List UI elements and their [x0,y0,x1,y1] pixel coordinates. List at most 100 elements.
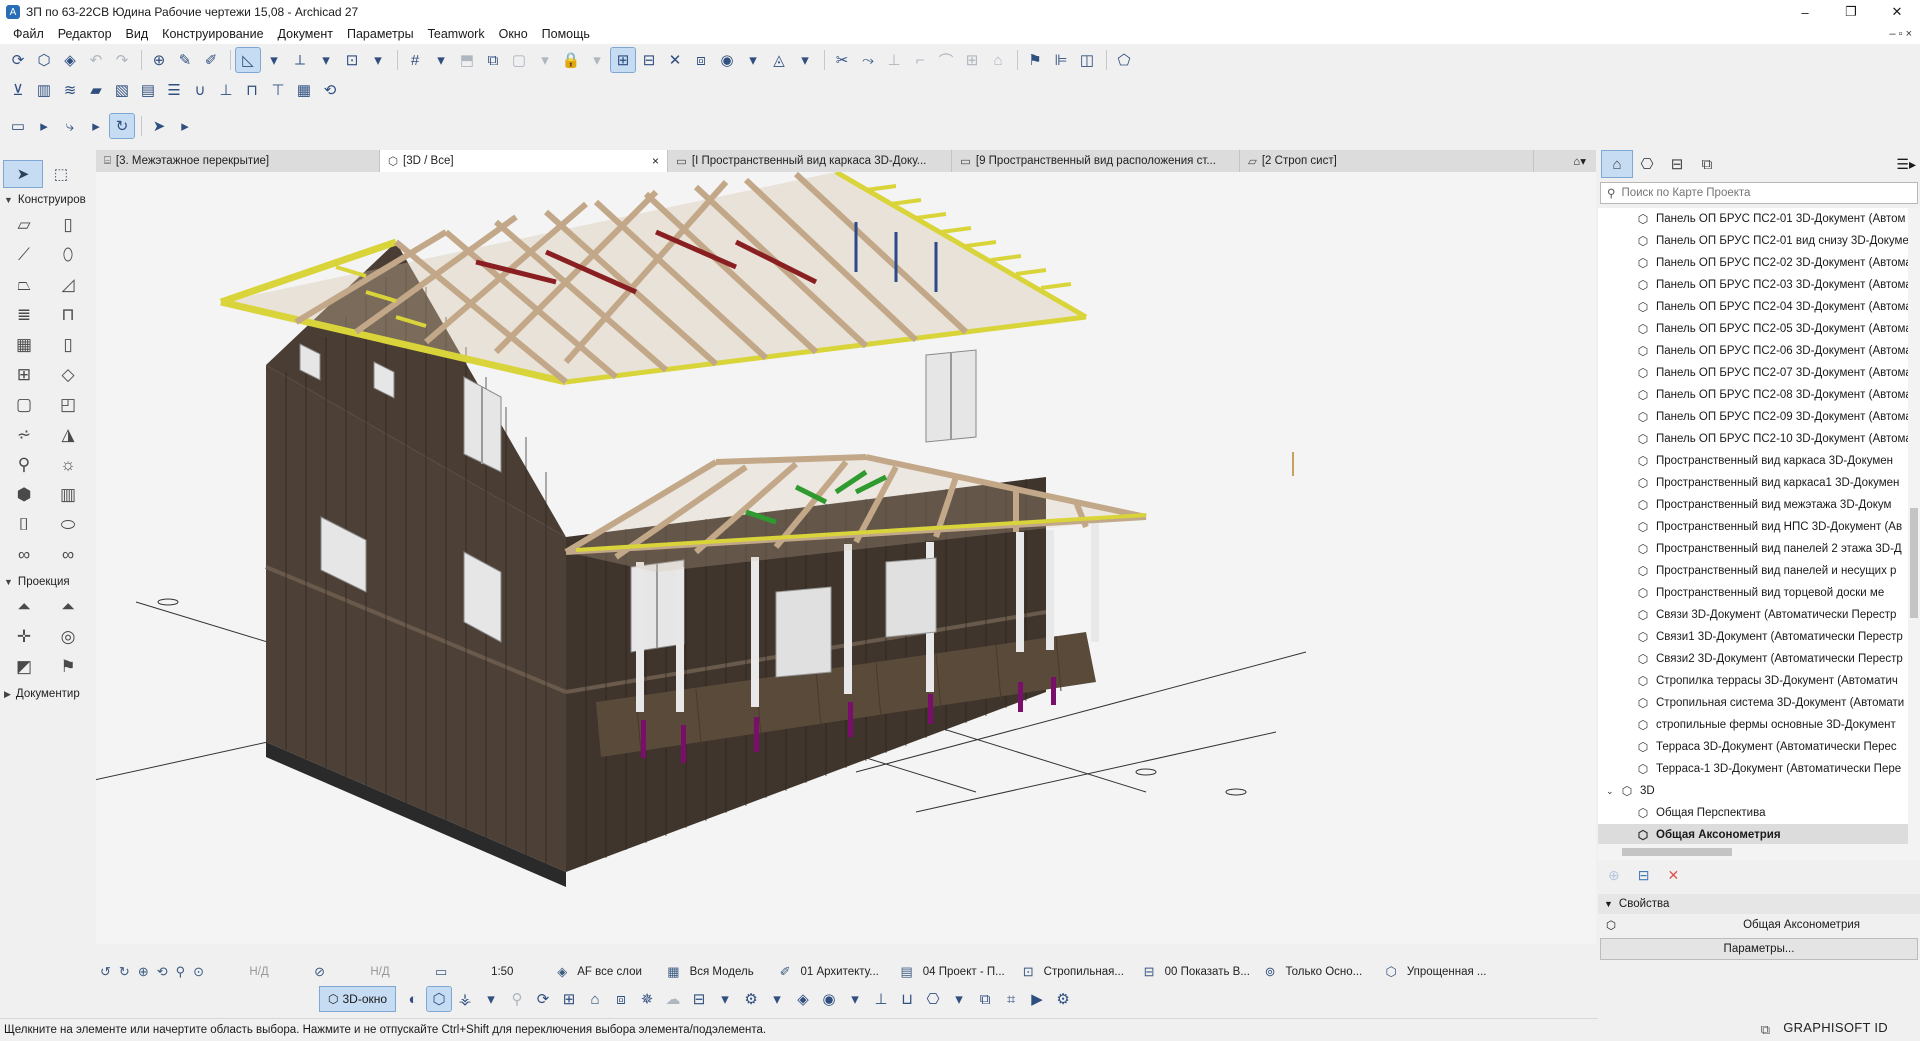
edit-profile-icon[interactable]: ⊻ [6,78,30,102]
dropdown-arrow-icon[interactable]: ▾ [533,48,557,72]
minimize-button[interactable]: – [1782,0,1828,24]
shell-tool-icon[interactable]: ◿ [46,270,90,300]
layout-book-icon[interactable]: ⊟ [1662,151,1692,177]
settings-icon[interactable]: ⚙ [1051,987,1075,1011]
dropdown-arrow-icon[interactable]: ▾ [479,987,503,1011]
collapse-arrow-icon[interactable]: ⌄ [1606,786,1616,797]
tree-horizontal-scrollbar[interactable] [1598,844,1920,860]
grid-snap-icon[interactable]: # [403,48,427,72]
3d-navigation-icon[interactable]: ◉ [715,48,739,72]
tree-item[interactable]: ⬡ Панель ОП БРУС ПС2-06 3D-Документ (Авто… [1598,340,1920,362]
section-icon[interactable]: ▥ [32,78,56,102]
surface-icon[interactable]: ◈ [791,987,815,1011]
tree-item[interactable]: ⬡ Пространственный вид торцевой доски ме [1598,582,1920,604]
dropdown-arrow-icon[interactable]: ▾ [843,987,867,1011]
beam-tool-icon[interactable]: ⟋ [2,240,46,270]
zone-tool-icon[interactable]: ◰ [46,390,90,420]
door-tool-icon[interactable]: ▯ [46,330,90,360]
navigation-icon[interactable]: ⚶ [453,987,477,1011]
marker-icon[interactable]: ⚙ [739,987,763,1011]
render-icon[interactable]: ◬ [767,48,791,72]
skylight-tool-icon[interactable]: ◇ [46,360,90,390]
3d-window-button[interactable]: ⬡ 3D-окно [318,986,397,1012]
binoculars-icon[interactable]: ∞ [2,540,46,570]
publisher-icon[interactable]: ⧉ [1692,151,1722,177]
tab-3d[interactable]: ⬡ [3D / Все] × [380,150,668,172]
slab-tool-icon[interactable]: ⬯ [46,240,90,270]
walk-mode-icon[interactable]: ⚲ [505,987,529,1011]
menu-options[interactable]: Параметры [340,24,421,44]
tree-item[interactable]: ⬡ Панель ОП БРУС ПС2-02 3D-Документ (Авто… [1598,252,1920,274]
tree-item[interactable]: ⬡ Панель ОП БРУС ПС2-03 3D-Документ (Авто… [1598,274,1920,296]
split-icon[interactable]: ✂ [830,48,854,72]
copy-view-icon[interactable]: ⧉ [973,987,997,1011]
tab-menu-icon[interactable]: ⌂▾ [1534,150,1594,172]
layer-combination[interactable]: AF все слои [577,966,657,978]
crop-icon[interactable]: ⌗ [999,987,1023,1011]
layer-stack-icon[interactable]: ≋ [58,78,82,102]
column-icon[interactable]: ⊤ [266,78,290,102]
axonometry-icon[interactable]: ⬡ [426,986,453,1012]
structure-icon[interactable]: ⊡ [1023,964,1034,980]
dropdown-arrow-icon[interactable]: ▾ [793,48,817,72]
model-compare-icon[interactable]: ◫ [1075,48,1099,72]
rows-icon[interactable]: ☰ [162,78,186,102]
dropdown-arrow-icon[interactable]: ▾ [741,48,765,72]
clone-icon[interactable]: ⊟ [1638,867,1650,884]
camera-icon[interactable]: ⚑ [46,652,90,682]
shadow-icon[interactable]: ☁ [661,987,685,1011]
elevation-marker-icon[interactable]: ⏶ [46,592,90,622]
angle-value[interactable]: Н/Д [335,966,425,978]
tree-item[interactable]: ⬡ Связи 3D-Документ (Автоматически Перест… [1598,604,1920,626]
tree-item[interactable]: ⬡ Панель ОП БРУС ПС2-09 3D-Документ (Авто… [1598,406,1920,428]
fillet-icon[interactable]: ⌐ [908,48,932,72]
renovation-filter[interactable]: 00 Показать В... [1165,966,1255,978]
interior-elevation-icon[interactable]: ✛ [2,622,46,652]
tab-layout-frame[interactable]: ▭ [I Пространственный вид каркаса 3D-Док… [668,150,952,172]
tree-item[interactable]: ⬡ Панель ОП БРУС ПС2-05 3D-Документ (Авто… [1598,318,1920,340]
tree-item[interactable]: ⬡ Панель ОП БРУС ПС2-07 3D-Документ (Авто… [1598,362,1920,384]
cutting-planes-icon[interactable]: ⊞ [557,987,581,1011]
undo-icon[interactable]: ↶ [84,48,108,72]
graphisoft-id-link[interactable]: GRAPHISOFT ID [1783,1020,1888,1035]
tree-item[interactable]: ⬡ Пространственный вид каркаса 3D-Докумен [1598,450,1920,472]
tree-item[interactable]: ⬡ Терраса-1 3D-Документ (Автоматически Пе… [1598,758,1920,780]
walk-icon[interactable]: ⚲ [176,964,186,980]
dropdown-arrow-icon[interactable]: ▸ [32,114,56,138]
dropdown-arrow-icon[interactable]: ▾ [314,48,338,72]
curve-icon[interactable]: ⌒ [934,48,958,72]
folder-3d[interactable]: ⌄ ⬡ 3D [1598,780,1920,802]
menu-design[interactable]: Конструирование [155,24,270,44]
inject-icon[interactable]: ✐ [199,48,223,72]
search-input[interactable] [1621,187,1902,199]
scale-value[interactable]: 1:50 [457,966,547,978]
detail-icon[interactable]: ◩ [2,652,46,682]
rotate-icon[interactable]: ⊘ [314,964,325,980]
dropdown-arrow-icon[interactable]: ▾ [366,48,390,72]
house-model-3d[interactable] [96,172,1596,944]
adjust-icon[interactable]: ⤳ [856,48,880,72]
tree-item[interactable]: ⬡ Панель ОП БРУС ПС2-08 3D-Документ (Авто… [1598,384,1920,406]
opening-tool-icon[interactable]: ▢ [2,390,46,420]
section-marker-icon[interactable]: ⏶ [2,592,46,622]
undo-zoom-icon[interactable]: ↺ [100,964,111,980]
display-filter-icon[interactable]: ⊟ [687,987,711,1011]
dropdown-arrow-icon[interactable]: ▾ [429,48,453,72]
tree-item[interactable]: ⬡ Панель ОП БРУС ПС2-10 3D-Документ (Авто… [1598,428,1920,450]
3d-model-icon[interactable]: ◈ [58,48,82,72]
video-icon[interactable]: ▶ [1025,987,1049,1011]
wall-display-icon[interactable]: ▭ [6,114,30,138]
pen-set[interactable]: 01 Архитекту... [800,966,890,978]
guideline-icon[interactable]: ◺ [235,47,261,73]
menu-window[interactable]: Окно [492,24,535,44]
mvo-icon[interactable]: ▤ [900,964,912,980]
project-map-icon[interactable]: ⌂ [1601,150,1633,178]
dropdown-arrow-icon[interactable]: ▾ [262,48,286,72]
section-box-icon[interactable]: ⧈ [609,987,633,1011]
tree-item[interactable]: ⬡ Пространственный вид панелей 2 этажа 3D… [1598,538,1920,560]
stair-view-icon[interactable]: ⊥ [869,987,893,1011]
pick-up-icon[interactable]: ✎ [173,48,197,72]
tree-item[interactable]: ⬡ Панель ОП БРУС ПС2-01 вид снизу 3D-Доку… [1598,230,1920,252]
orbit-icon[interactable]: ↻ [109,113,135,139]
section-document[interactable]: ▶ Документир [0,684,94,704]
